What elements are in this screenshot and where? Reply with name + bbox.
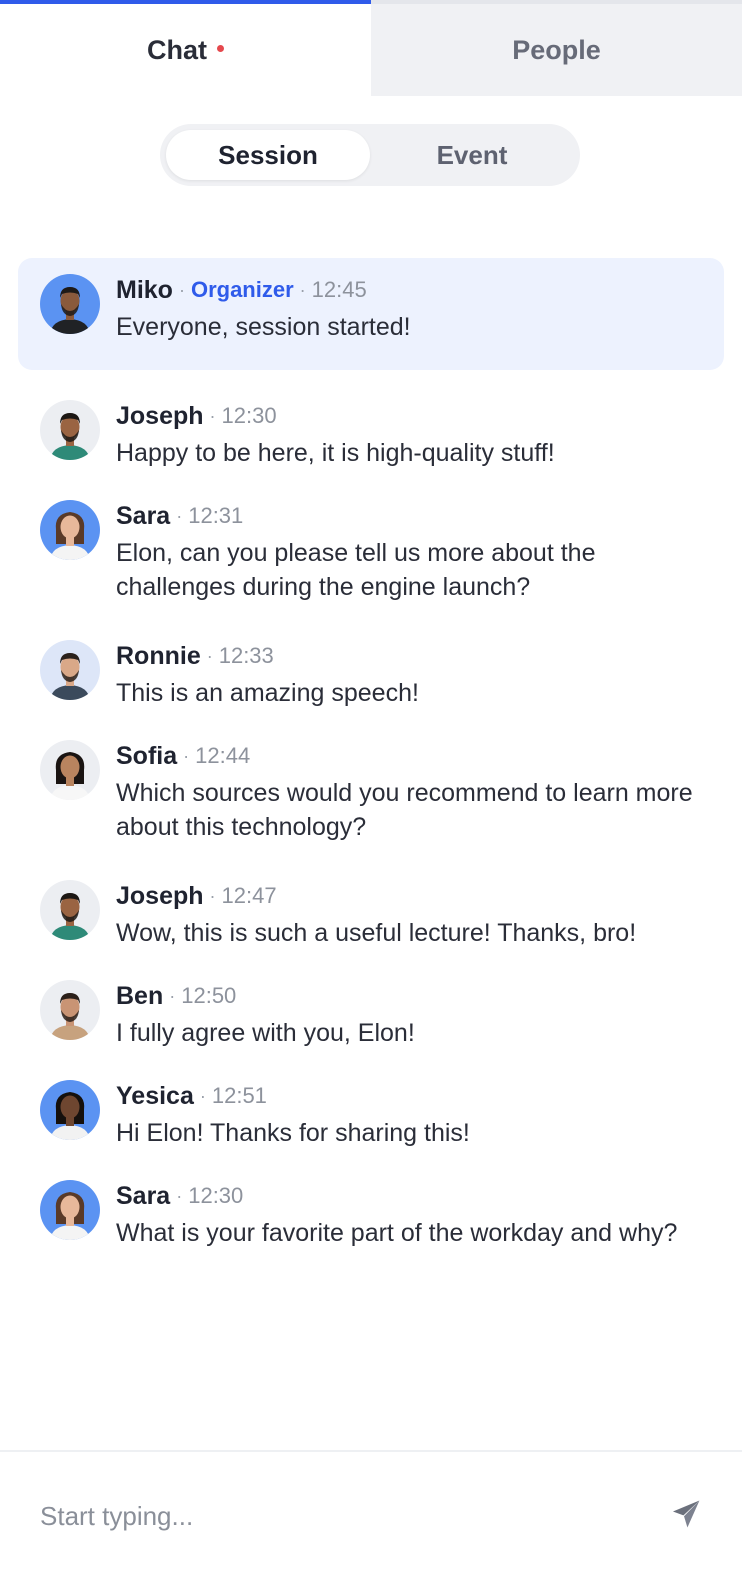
message-list: Miko · Organizer · 12:45 Everyone, sessi… [18,230,724,1250]
segment-session-button[interactable]: Session [166,130,370,180]
message-meta: Ben · 12:50 [116,978,702,1014]
avatar[interactable] [40,1080,100,1140]
message-body: Sofia · 12:44 Which sources would you re… [116,738,702,844]
message-item: Sara · 12:30 What is your favorite part … [18,1178,724,1250]
meta-separator: · [176,1185,183,1206]
message-body: Ronnie · 12:33 This is an amazing speech… [116,638,702,710]
message-item: Ben · 12:50 I fully agree with you, Elon… [18,978,724,1050]
meta-separator: · [178,279,185,300]
meta-separator: · [176,505,183,526]
message-item: Joseph · 12:30 Happy to be here, it is h… [18,398,724,470]
message-meta: Sofia · 12:44 [116,738,702,774]
unread-indicator-dot [217,44,224,52]
message-meta: Ronnie · 12:33 [116,638,702,674]
message-input[interactable] [40,1496,640,1536]
meta-separator: · [209,885,216,906]
message-text: Happy to be here, it is high-quality stu… [116,439,555,467]
message-timestamp: 12:50 [181,983,237,1008]
avatar[interactable] [40,1180,100,1240]
message-timestamp: 12:31 [188,503,244,528]
composer [0,1452,742,1576]
scope-segmented-control: Session Event [160,124,580,186]
meta-separator: · [206,645,213,666]
message-body: Joseph · 12:30 Happy to be here, it is h… [116,398,702,470]
message-timestamp: 12:47 [221,883,277,908]
tab-people-label: People [512,34,601,65]
message-item: Yesica · 12:51 Hi Elon! Thanks for shari… [18,1078,724,1150]
message-pinned-organizer: Miko · Organizer · 12:45 Everyone, sessi… [18,258,724,370]
meta-separator: · [183,745,190,766]
avatar[interactable] [40,500,100,560]
message-text: Everyone, session started! [116,313,411,341]
avatar[interactable] [40,740,100,800]
message-timestamp: 12:44 [195,743,251,768]
message-timestamp: 12:33 [218,643,274,668]
top-tabs: Chat People [0,0,742,96]
sender-name[interactable]: Miko [116,276,173,305]
sender-name[interactable]: Sara [116,1182,170,1211]
message-text: Wow, this is such a useful lecture! Than… [116,919,637,947]
message-item: Sofia · 12:44 Which sources would you re… [18,738,724,844]
meta-separator: · [299,279,306,300]
message-body: Ben · 12:50 I fully agree with you, Elon… [116,978,702,1050]
sender-name[interactable]: Ben [116,982,163,1011]
message-timestamp: 12:45 [311,277,367,302]
message-text: I fully agree with you, Elon! [116,1019,415,1047]
message-text: Hi Elon! Thanks for sharing this! [116,1119,470,1147]
message-text: Which sources would you recommend to lea… [116,779,693,841]
tab-chat-label: Chat [147,34,207,65]
message-item: Joseph · 12:47 Wow, this is such a usefu… [18,878,724,950]
message-item: Ronnie · 12:33 This is an amazing speech… [18,638,724,710]
sender-name[interactable]: Ronnie [116,642,201,671]
message-text: What is your favorite part of the workda… [116,1219,678,1247]
message-item: Sara · 12:31 Elon, can you please tell u… [18,498,724,604]
sender-name[interactable]: Sara [116,502,170,531]
sender-role-badge: Organizer [190,277,294,302]
meta-separator: · [199,1085,206,1106]
tab-people[interactable]: People [371,0,742,96]
avatar[interactable] [40,880,100,940]
segment-event-button[interactable]: Event [370,130,574,180]
meta-separator: · [209,405,216,426]
message-meta: Miko · Organizer · 12:45 [116,272,702,308]
message-body: Miko · Organizer · 12:45 Everyone, sessi… [116,272,702,344]
message-body: Joseph · 12:47 Wow, this is such a usefu… [116,878,702,950]
sender-name[interactable]: Joseph [116,882,204,911]
message-timestamp: 12:30 [221,403,277,428]
meta-separator: · [169,985,176,1006]
avatar[interactable] [40,400,100,460]
message-timestamp: 12:51 [211,1083,267,1108]
message-text: Elon, can you please tell us more about … [116,539,596,601]
send-icon [669,1497,703,1536]
avatar[interactable] [40,274,100,334]
message-meta: Sara · 12:30 [116,1178,702,1214]
message-meta: Joseph · 12:47 [116,878,702,914]
message-text: This is an amazing speech! [116,679,419,707]
avatar[interactable] [40,640,100,700]
tab-chat[interactable]: Chat [0,0,371,96]
sender-name[interactable]: Joseph [116,402,204,431]
message-body: Sara · 12:31 Elon, can you please tell u… [116,498,702,604]
avatar[interactable] [40,980,100,1040]
message-meta: Sara · 12:31 [116,498,702,534]
send-button[interactable] [666,1496,706,1536]
sender-name[interactable]: Sofia [116,742,177,771]
message-meta: Yesica · 12:51 [116,1078,702,1114]
message-body: Yesica · 12:51 Hi Elon! Thanks for shari… [116,1078,702,1150]
message-timestamp: 12:30 [188,1183,244,1208]
sender-name[interactable]: Yesica [116,1082,194,1111]
message-meta: Joseph · 12:30 [116,398,702,434]
message-body: Sara · 12:30 What is your favorite part … [116,1178,702,1250]
